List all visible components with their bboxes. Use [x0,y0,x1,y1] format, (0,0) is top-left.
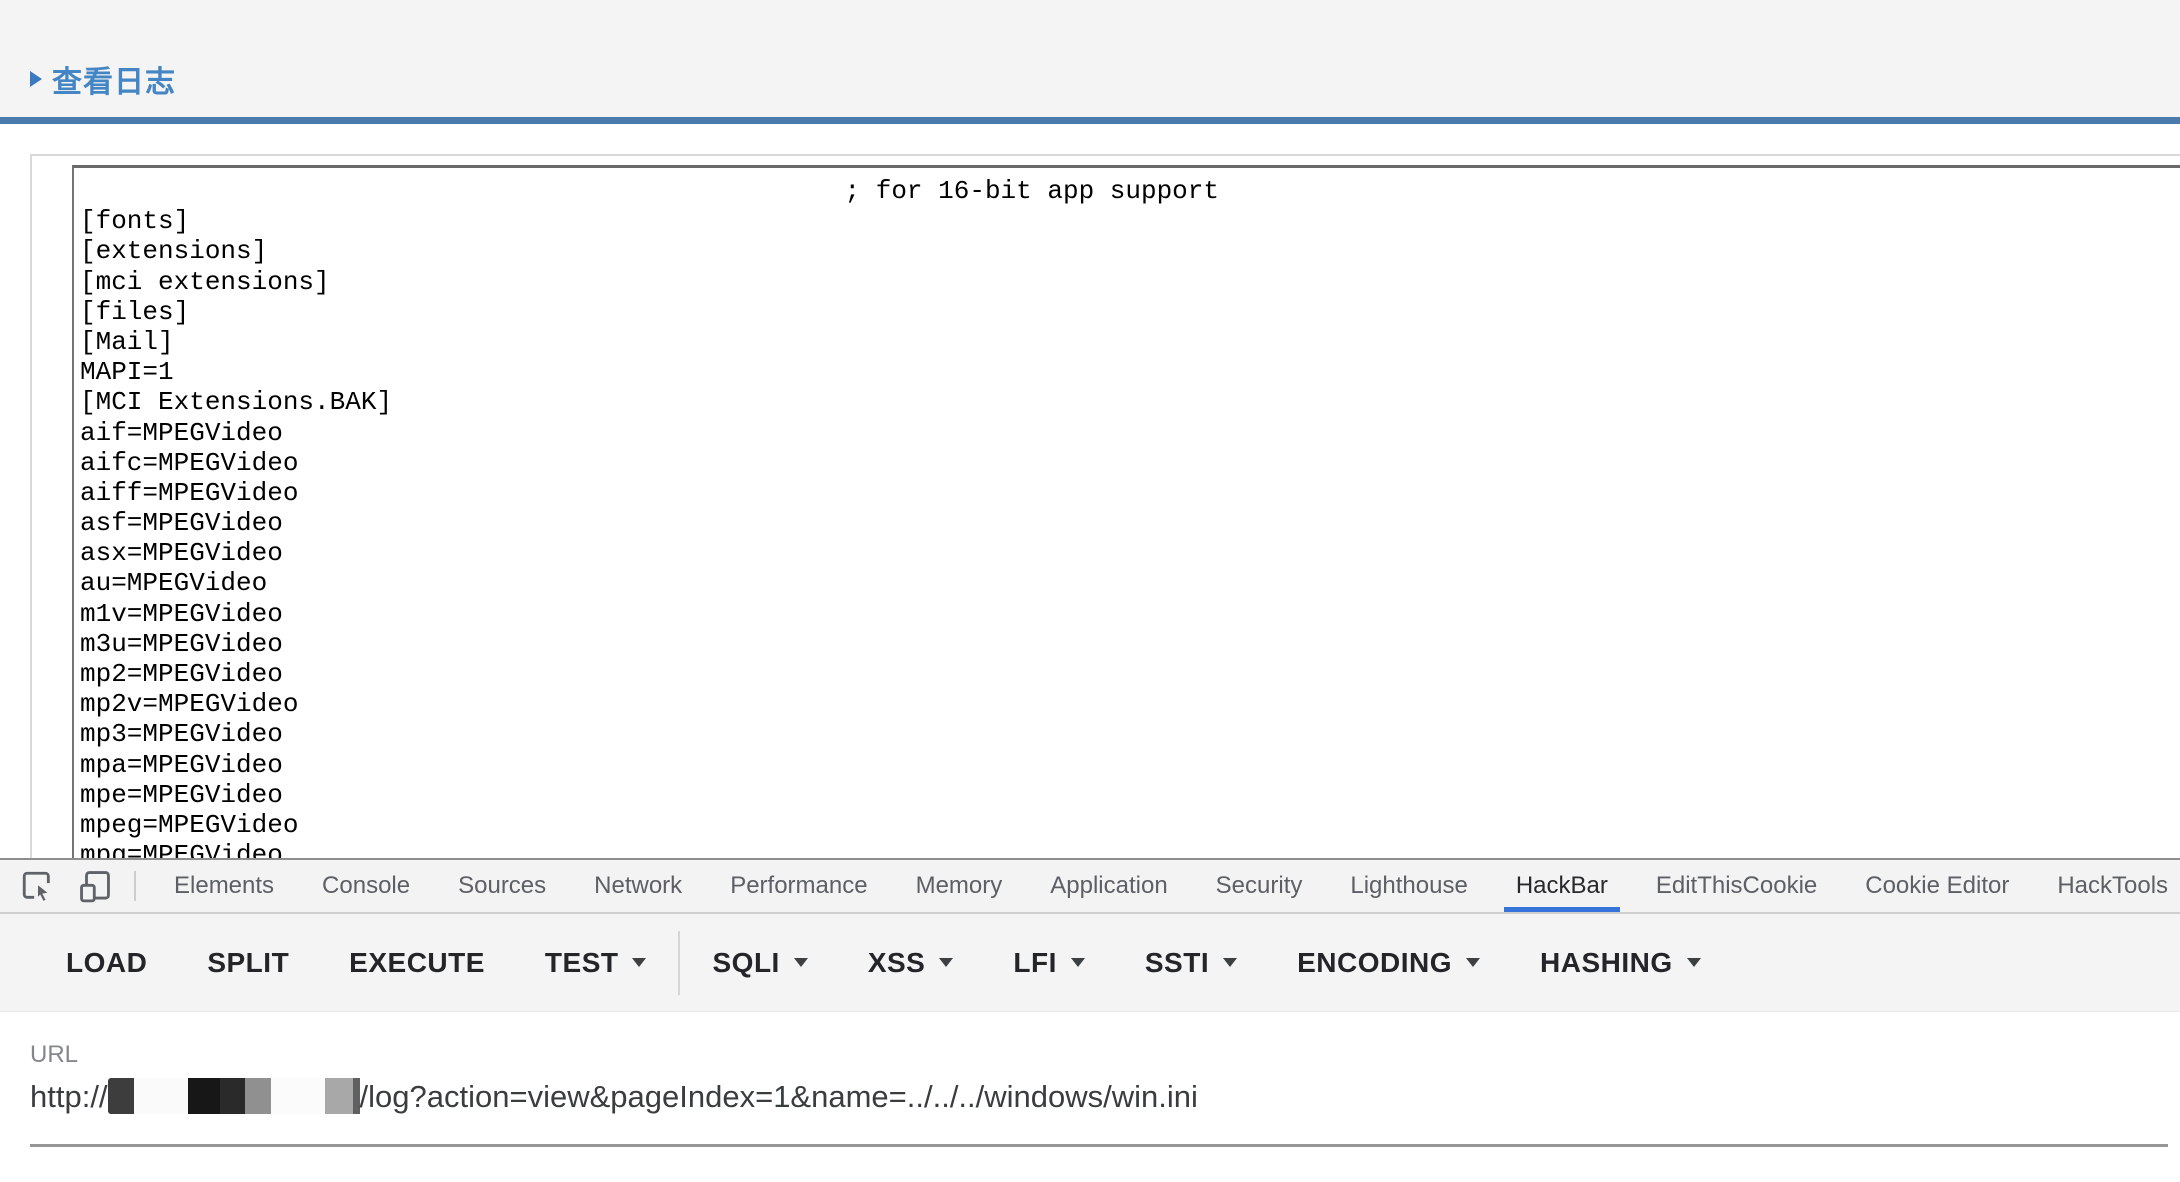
tab-security[interactable]: Security [1204,860,1315,912]
log-line: ; for 16-bit app support [80,176,2180,206]
ssti-menu-label: SSTI [1145,947,1209,979]
test-menu-label: TEST [545,947,619,979]
redacted-host-block [245,1078,271,1114]
chevron-down-icon [1687,958,1701,967]
hackbar-url-section: URL http:// /log?action=view&pageIndex=1&… [0,1012,2180,1182]
log-line: m3u=MPEGVideo [80,629,2180,659]
log-line: mpa=MPEGVideo [80,750,2180,780]
tab-editthiscookie[interactable]: EditThisCookie [1644,860,1829,912]
log-text: ; for 16-bit app support [fonts] [extens… [74,168,2180,858]
url-path-text: /log?action=view&pageIndex=1&name=../../… [360,1079,1198,1114]
sqli-menu-label: SQLI [712,947,779,979]
chevron-down-icon [632,958,646,967]
ssti-menu-button[interactable]: SSTI [1115,914,1267,1011]
redacted-host-block [134,1078,188,1114]
devtools-panel: Elements Console Sources Network Perform… [0,858,2180,1182]
inspect-element-icon[interactable] [20,869,54,903]
log-line: asx=MPEGVideo [80,538,2180,568]
log-line: mpe=MPEGVideo [80,780,2180,810]
chevron-down-icon [1466,958,1480,967]
chevron-down-icon [939,958,953,967]
url-input-underline [30,1144,2168,1147]
log-line: asf=MPEGVideo [80,508,2180,538]
chevron-down-icon [794,958,808,967]
log-output-box: ; for 16-bit app support [fonts] [extens… [72,165,2180,858]
tab-console[interactable]: Console [310,860,422,912]
hashing-menu-label: HASHING [1540,947,1673,979]
test-menu-button[interactable]: TEST [515,914,677,1011]
tab-bar-divider [134,871,136,901]
encoding-menu-button[interactable]: ENCODING [1267,914,1510,1011]
log-line: [files] [80,297,2180,327]
collapse-arrow-icon [30,71,42,87]
page-title: 查看日志 [52,57,176,101]
tab-cookie-editor[interactable]: Cookie Editor [1853,860,2021,912]
tab-application[interactable]: Application [1038,860,1179,912]
log-line: [mci extensions] [80,267,2180,297]
log-line: mpeg=MPEGVideo [80,810,2180,840]
tab-hackbar[interactable]: HackBar [1504,860,1620,912]
devtools-tab-bar: Elements Console Sources Network Perform… [0,858,2180,914]
chevron-down-icon [1223,958,1237,967]
tab-lighthouse[interactable]: Lighthouse [1338,860,1479,912]
log-line: aiff=MPEGVideo [80,478,2180,508]
lfi-menu-label: LFI [1013,947,1057,979]
redacted-host-block [108,1078,134,1114]
execute-button-label: EXECUTE [349,947,485,979]
url-scheme-text: http:// [30,1079,108,1114]
redacted-host-block [188,1078,220,1114]
split-button[interactable]: SPLIT [177,914,319,1011]
execute-button[interactable]: EXECUTE [319,914,515,1011]
log-line: mp2=MPEGVideo [80,659,2180,689]
hackbar-toolbar: LOAD SPLIT EXECUTE TEST SQLI XSS LFI SST… [0,914,2180,1012]
log-line: [Mail] [80,327,2180,357]
xss-menu-button[interactable]: XSS [838,914,984,1011]
tab-sources[interactable]: Sources [446,860,558,912]
device-toolbar-icon[interactable] [78,869,112,903]
log-line: aifc=MPEGVideo [80,448,2180,478]
tab-hacktools[interactable]: HackTools [2045,860,2180,912]
view-log-collapse-toggle[interactable]: 查看日志 [30,57,176,101]
encoding-menu-label: ENCODING [1297,947,1452,979]
header-accent-bar [0,117,2180,124]
chevron-down-icon [1071,958,1085,967]
lfi-menu-button[interactable]: LFI [983,914,1115,1011]
devtools-tabs: Elements Console Sources Network Perform… [162,860,2180,912]
toolbar-divider [678,931,680,995]
url-input[interactable]: http:// /log?action=view&pageIndex=1&name… [30,1077,2180,1117]
log-line: [extensions] [80,236,2180,266]
log-line: au=MPEGVideo [80,568,2180,598]
page-content: ; for 16-bit app support [fonts] [extens… [0,124,2180,858]
redacted-host-block [220,1078,245,1114]
tab-performance[interactable]: Performance [718,860,879,912]
sqli-menu-button[interactable]: SQLI [682,914,837,1011]
log-line: [MCI Extensions.BAK] [80,387,2180,417]
log-line: aif=MPEGVideo [80,418,2180,448]
redacted-host-block [353,1078,360,1114]
url-field-label: URL [30,1042,2180,1068]
log-line: [fonts] [80,206,2180,236]
tab-elements[interactable]: Elements [162,860,286,912]
log-line: m1v=MPEGVideo [80,599,2180,629]
log-line: mp3=MPEGVideo [80,719,2180,749]
xss-menu-label: XSS [868,947,926,979]
log-line: mp2v=MPEGVideo [80,689,2180,719]
log-line: mpg=MPEGVideo [80,840,2180,858]
log-line: MAPI=1 [80,357,2180,387]
hashing-menu-button[interactable]: HASHING [1510,914,1731,1011]
page-header: 查看日志 [0,0,2180,117]
split-button-label: SPLIT [207,947,289,979]
redacted-host-block [325,1078,353,1114]
tab-network[interactable]: Network [582,860,694,912]
load-button[interactable]: LOAD [36,914,177,1011]
redacted-host-block [271,1078,325,1114]
tab-memory[interactable]: Memory [904,860,1015,912]
load-button-label: LOAD [66,947,147,979]
log-panel: ; for 16-bit app support [fonts] [extens… [30,154,2180,858]
